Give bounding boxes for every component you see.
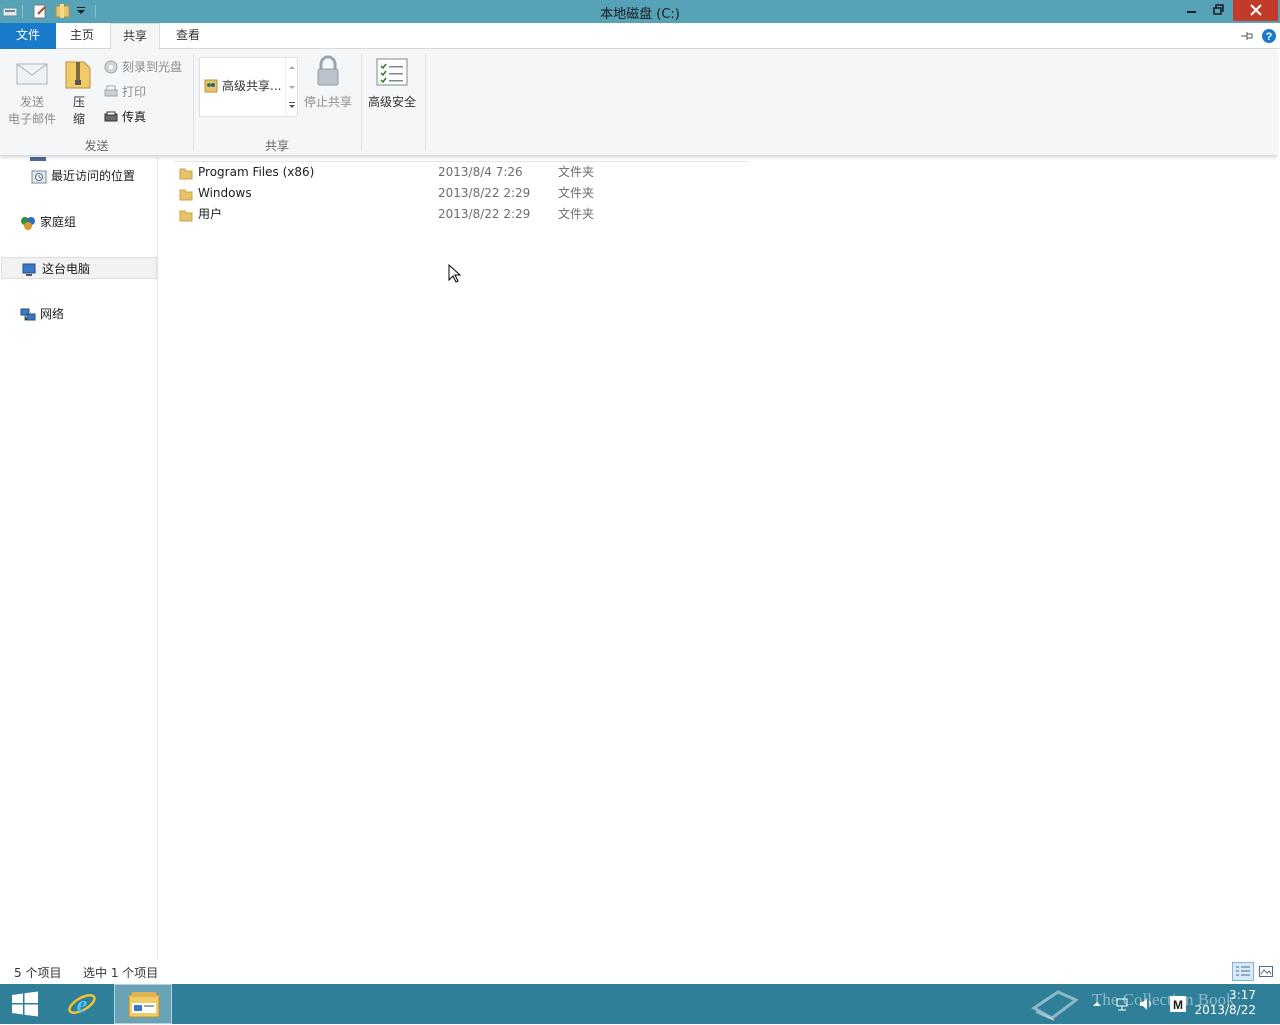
advanced-security-label: 高级安全	[367, 95, 416, 109]
share-with-gallery[interactable]: 高级共享...	[199, 57, 298, 117]
pin-ribbon-icon[interactable]	[1239, 28, 1255, 44]
burn-to-disc-button[interactable]: 刻录到光盘	[102, 58, 182, 76]
group-separator	[361, 53, 362, 151]
nav-label-homegroup: 家庭组	[40, 215, 77, 229]
clock-time: 3:17	[1229, 988, 1256, 1002]
print-label: 打印	[122, 85, 147, 99]
tab-home[interactable]: 主页	[58, 23, 106, 49]
tab-file[interactable]: 文件	[0, 23, 56, 49]
start-button[interactable]	[0, 984, 50, 1024]
nav-label-recent: 最近访问的位置	[51, 169, 136, 183]
nav-label-thispc: 这台电脑	[42, 262, 91, 276]
restore-button[interactable]	[1205, 0, 1232, 21]
computer-icon	[21, 262, 37, 276]
nav-label-network: 网络	[40, 307, 65, 321]
svg-text:M: M	[1173, 998, 1183, 1012]
window-title: 本地磁盘 (C:)	[600, 7, 680, 22]
minimize-button[interactable]	[1178, 0, 1205, 21]
selected-count: 选中 1 个项目	[83, 966, 159, 980]
status-bar: 5 个项目 选中 1 个项目	[0, 960, 1280, 984]
network-tray-icon[interactable]	[1114, 996, 1130, 1012]
email-label-2: 电子邮件	[7, 112, 56, 126]
ribbon-panel: 发送 电子邮件 压 缩 刻录到光盘 打印 传真 发送 高级共享... 停止共享 …	[0, 49, 1277, 156]
file-date: 2013/8/4 7:26	[438, 165, 523, 179]
advanced-sharing-label: 高级共享...	[222, 79, 282, 93]
stop-sharing-button[interactable]: 停止共享	[302, 55, 354, 125]
taskbar: e The Collection Book M 3:17 2013/8/22	[0, 984, 1280, 1024]
advanced-security-button[interactable]: 高级安全	[364, 55, 420, 125]
zip-label-2: 缩	[72, 112, 85, 126]
windows-logo-icon	[12, 991, 38, 1017]
file-date: 2013/8/22 2:29	[438, 186, 531, 200]
internet-explorer-icon: e	[68, 992, 96, 1018]
file-explorer-button[interactable]	[114, 984, 172, 1024]
svg-text:?: ?	[1266, 31, 1273, 43]
navigation-pane: 最近访问的位置 家庭组 这台电脑 网络	[0, 157, 158, 960]
details-view-icon	[1236, 966, 1250, 976]
recent-places-icon	[31, 169, 47, 184]
ribbon-tab-row: 文件 主页 共享 查看 ?	[0, 23, 1280, 50]
zip-button[interactable]: 压 缩	[62, 57, 96, 127]
large-icons-view-button[interactable]	[1257, 962, 1275, 981]
partial-nav-icon	[30, 157, 46, 161]
volume-icon[interactable]	[1138, 996, 1154, 1012]
folder-icon	[179, 208, 193, 222]
send-group-label: 发送	[84, 139, 109, 153]
internet-explorer-button[interactable]: e	[58, 984, 106, 1024]
advanced-sharing-item[interactable]: 高级共享...	[202, 77, 281, 95]
nav-item-thispc[interactable]: 这台电脑	[1, 257, 157, 279]
fax-label: 传真	[122, 110, 147, 124]
fax-icon	[104, 110, 118, 124]
printer-icon	[104, 85, 118, 99]
file-type: 文件夹	[558, 165, 595, 179]
close-button[interactable]	[1233, 0, 1278, 21]
email-label-1: 发送	[19, 95, 44, 109]
homegroup-icon	[20, 215, 36, 230]
file-explorer-icon	[128, 992, 160, 1018]
title-bar: 本地磁盘 (C:)	[0, 0, 1280, 23]
email-button[interactable]: 发送 电子邮件	[6, 57, 58, 127]
mouse-cursor-icon	[448, 263, 462, 284]
disc-icon	[104, 60, 118, 74]
clock-date: 2013/8/22	[1194, 1003, 1256, 1017]
file-name: 用户	[198, 207, 223, 221]
file-type: 文件夹	[558, 186, 595, 200]
file-date: 2013/8/22 2:29	[438, 207, 531, 221]
help-icon[interactable]: ?	[1261, 28, 1277, 44]
svg-text:e: e	[77, 992, 88, 1018]
details-view-button[interactable]	[1232, 962, 1254, 981]
gallery-scroll[interactable]	[285, 58, 297, 116]
file-row[interactable]: Program Files (x86) 2013/8/4 7:26 文件夹	[174, 162, 748, 183]
item-count: 5 个项目	[14, 966, 62, 980]
large-icons-view-icon	[1259, 966, 1273, 977]
nav-item-recent[interactable]: 最近访问的位置	[10, 165, 135, 187]
clock[interactable]: 3:17 2013/8/22	[1194, 988, 1256, 1018]
share-group-label: 共享	[264, 139, 289, 153]
folder-icon	[179, 166, 193, 180]
tab-view[interactable]: 查看	[164, 23, 212, 49]
folder-icon	[179, 187, 193, 201]
nav-item-network[interactable]: 网络	[0, 303, 64, 325]
print-button[interactable]: 打印	[102, 83, 146, 101]
show-hidden-icons-icon[interactable]	[1092, 998, 1102, 1008]
network-icon	[20, 307, 36, 321]
burn-label: 刻录到光盘	[122, 60, 183, 74]
input-method-icon[interactable]: M	[1170, 996, 1186, 1012]
file-name: Program Files (x86)	[198, 165, 315, 179]
fax-button[interactable]: 传真	[102, 108, 146, 126]
tab-share[interactable]: 共享	[110, 23, 161, 50]
stop-sharing-label: 停止共享	[303, 95, 352, 109]
nav-item-homegroup[interactable]: 家庭组	[0, 211, 76, 233]
file-row[interactable]: Windows 2013/8/22 2:29 文件夹	[174, 183, 748, 204]
watermark-book-icon	[1030, 986, 1080, 1022]
file-type: 文件夹	[558, 207, 595, 221]
file-name: Windows	[198, 186, 252, 200]
users-icon	[204, 79, 218, 93]
group-separator	[425, 53, 426, 151]
file-row[interactable]: 用户 2013/8/22 2:29 文件夹	[174, 204, 748, 225]
zip-label-1: 压	[72, 95, 85, 109]
